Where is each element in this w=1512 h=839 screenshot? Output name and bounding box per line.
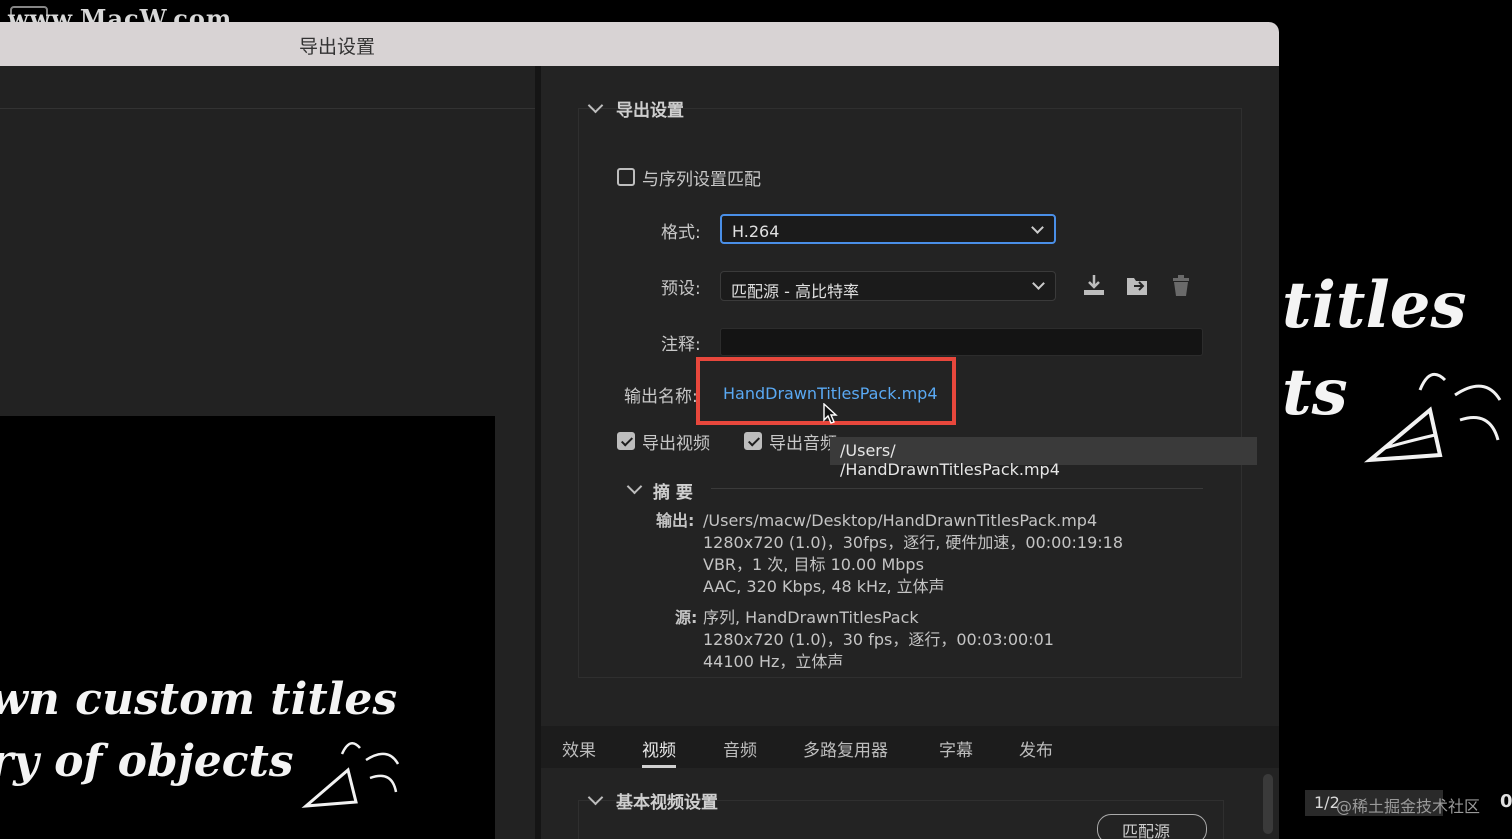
brand-watermark: @稀土掘金技术社区 bbox=[1336, 797, 1481, 816]
tab-multiplexer[interactable]: 多路复用器 bbox=[803, 736, 888, 761]
preset-dropdown-chevron-icon bbox=[1032, 277, 1045, 290]
tooltip-path-prefix: /Users/ bbox=[840, 441, 896, 460]
export-video-checkbox[interactable] bbox=[617, 432, 635, 450]
preview-right-title-line1: titles bbox=[1282, 268, 1467, 343]
output-name-label: 输出名称: bbox=[624, 387, 698, 407]
trailing-digit: 0 bbox=[1500, 791, 1512, 812]
preset-label: 预设: bbox=[661, 279, 701, 299]
settings-tabbar: 效果 视频 音频 多路复用器 字幕 发布 bbox=[541, 726, 1279, 768]
save-preset-icon[interactable] bbox=[1081, 272, 1107, 298]
tab-publish[interactable]: 发布 bbox=[1019, 736, 1053, 761]
left-pane-divider bbox=[0, 108, 535, 109]
settings-pane: 导出设置 与序列设置匹配 格式: H.264 预设: 匹配源 - 高比特率 注释… bbox=[541, 66, 1279, 839]
delete-preset-icon[interactable] bbox=[1168, 272, 1194, 298]
summary-output-line-3: VBR，1 次, 目标 10.00 Mbps bbox=[703, 555, 924, 574]
match-sequence-label: 与序列设置匹配 bbox=[642, 170, 761, 190]
preset-value: 匹配源 - 高比特率 bbox=[731, 282, 859, 301]
format-label: 格式: bbox=[661, 223, 701, 243]
tab-captions[interactable]: 字幕 bbox=[939, 736, 973, 761]
summary-output-label: 输出: bbox=[656, 511, 695, 530]
preview-left-title-line2: ry of objects bbox=[0, 736, 294, 787]
dialog-titlebar: 导出设置 bbox=[0, 22, 1279, 66]
party-hat-small-icon bbox=[301, 741, 400, 808]
summary-header[interactable]: 摘 要 bbox=[653, 478, 693, 503]
dialog-title: 导出设置 bbox=[299, 36, 376, 58]
tab-effects[interactable]: 效果 bbox=[562, 736, 596, 761]
match-source-button[interactable]: 匹配源 bbox=[1097, 814, 1207, 839]
source-preview: wn custom titles ry of objects bbox=[0, 416, 495, 839]
summary-source-line-2: 1280x720 (1.0)，30 fps，逐行，00:03:00:01 bbox=[703, 630, 1054, 649]
mouse-cursor-icon bbox=[823, 403, 838, 424]
match-sequence-checkbox[interactable] bbox=[617, 168, 635, 186]
format-value: H.264 bbox=[732, 222, 780, 241]
summary-output-line-4: AAC, 320 Kbps, 48 kHz, 立体声 bbox=[703, 577, 945, 596]
settings-scrollbar[interactable] bbox=[1263, 774, 1273, 834]
tab-audio[interactable]: 音频 bbox=[723, 736, 757, 761]
basic-video-header[interactable]: 基本视频设置 bbox=[616, 788, 718, 813]
format-dropdown-chevron-icon bbox=[1031, 221, 1044, 234]
tab-video[interactable]: 视频 bbox=[642, 736, 676, 768]
left-preview-pane: wn custom titles ry of objects bbox=[0, 66, 535, 839]
export-settings-dialog: 导出设置 wn custom titles ry of objects 导出设置… bbox=[0, 22, 1279, 839]
output-name-link[interactable]: HandDrawnTitlesPack.mp4 bbox=[723, 384, 938, 403]
export-settings-header[interactable]: 导出设置 bbox=[616, 96, 684, 121]
import-preset-icon[interactable] bbox=[1124, 272, 1150, 298]
output-path-tooltip: /Users/ /HandDrawnTitlesPack.mp4 bbox=[830, 437, 1257, 479]
tooltip-path-suffix: /HandDrawnTitlesPack.mp4 bbox=[840, 460, 1060, 479]
format-select[interactable]: H.264 bbox=[720, 214, 1056, 244]
summary-output-line-1: /Users/macw/Desktop/HandDrawnTitlesPack.… bbox=[703, 511, 1098, 530]
summary-source-line-3: 44100 Hz，立体声 bbox=[703, 652, 844, 671]
summary-source-label: 源: bbox=[675, 608, 698, 627]
comment-input[interactable] bbox=[720, 328, 1203, 356]
preview-right-title-line2: ts bbox=[1282, 355, 1348, 430]
preset-select[interactable]: 匹配源 - 高比特率 bbox=[720, 271, 1056, 301]
export-audio-label: 导出音频 bbox=[769, 434, 837, 454]
comment-label: 注释: bbox=[661, 335, 701, 355]
preview-left-title-line1: wn custom titles bbox=[0, 674, 398, 725]
export-video-label: 导出视频 bbox=[642, 434, 710, 454]
summary-output-line-2: 1280x720 (1.0)，30fps，逐行, 硬件加速，00:00:19:1… bbox=[703, 533, 1124, 552]
party-hat-icon bbox=[1363, 372, 1502, 463]
export-audio-checkbox[interactable] bbox=[744, 432, 762, 450]
summary-source-line-1: 序列, HandDrawnTitlesPack bbox=[703, 608, 919, 627]
summary-rule bbox=[711, 488, 1203, 489]
